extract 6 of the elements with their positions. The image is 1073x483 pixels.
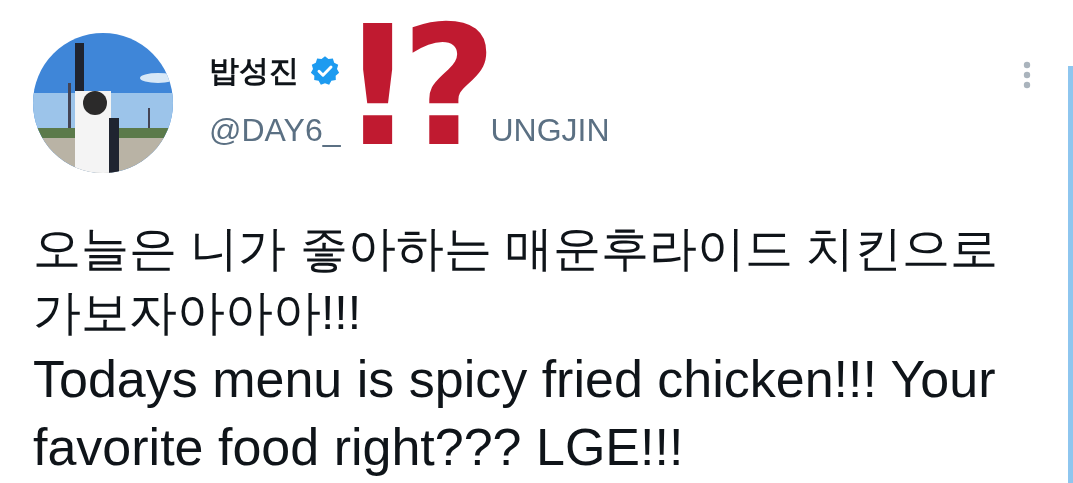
- scrollbar[interactable]: [1068, 66, 1073, 483]
- user-handle: @DAY6_: [209, 111, 341, 149]
- tweet-text: 오늘은 니가 좋아하는 매운후라이드 치킨으로 가보자아아아!!!: [33, 221, 1000, 341]
- display-name: 밥성진: [209, 53, 299, 89]
- more-options-icon[interactable]: [1023, 61, 1031, 89]
- tweet-text: Todays menu is spicy fried chicken!!! Your favorite food right??? LGE!!!: [33, 349, 997, 478]
